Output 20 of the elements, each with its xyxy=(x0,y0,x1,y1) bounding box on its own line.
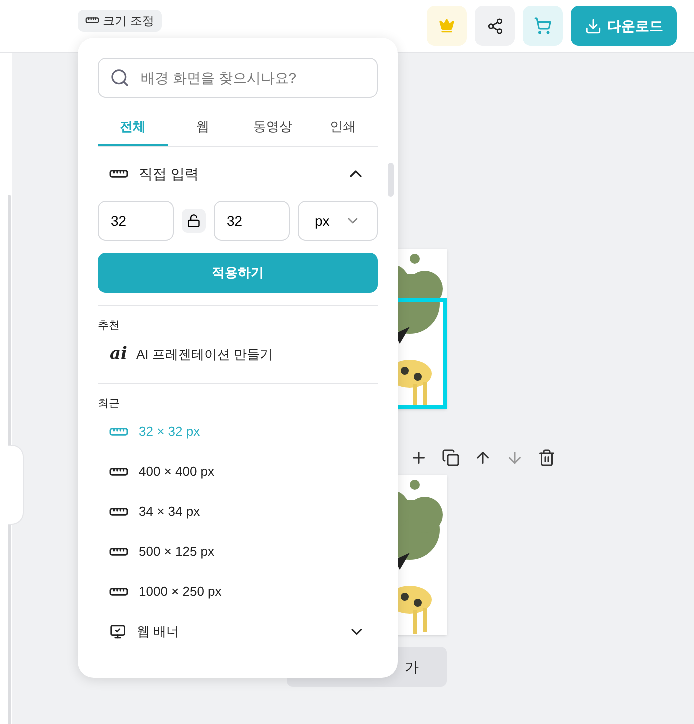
size-item[interactable]: 400 × 400 px xyxy=(98,452,378,492)
tab[interactable]: 인쇄 xyxy=(308,110,378,146)
unit-select[interactable]: px xyxy=(298,201,378,241)
search-field[interactable]: 배경 화면을 찾으시나요? xyxy=(98,58,378,98)
resize-chip[interactable]: 크기 조정 xyxy=(78,10,162,32)
size-item[interactable]: 34 × 34 px xyxy=(98,492,378,532)
height-field[interactable]: 32 xyxy=(214,201,290,241)
ai-icon: ai xyxy=(110,346,128,363)
chip-label: 크기 조정 xyxy=(103,12,154,30)
size-item[interactable]: 1000 × 250 px xyxy=(98,572,378,612)
menu-item[interactable]: ai AI 프레젠테이션 만들기 xyxy=(98,334,378,374)
tab[interactable]: 웹 xyxy=(168,110,238,146)
category-item[interactable]: 웹 배너 xyxy=(98,612,378,652)
section-heading: 추천 xyxy=(98,319,121,334)
size-item[interactable]: 500 × 125 px xyxy=(98,532,378,572)
item-label: AI 프레젠테이션 만들기 xyxy=(136,346,273,364)
section-heading: 최근 xyxy=(98,396,121,412)
tab[interactable]: 동영상 xyxy=(238,110,308,146)
width-field[interactable]: 32 xyxy=(98,201,174,241)
custom-size-header[interactable]: 직접 입력 xyxy=(98,147,378,201)
